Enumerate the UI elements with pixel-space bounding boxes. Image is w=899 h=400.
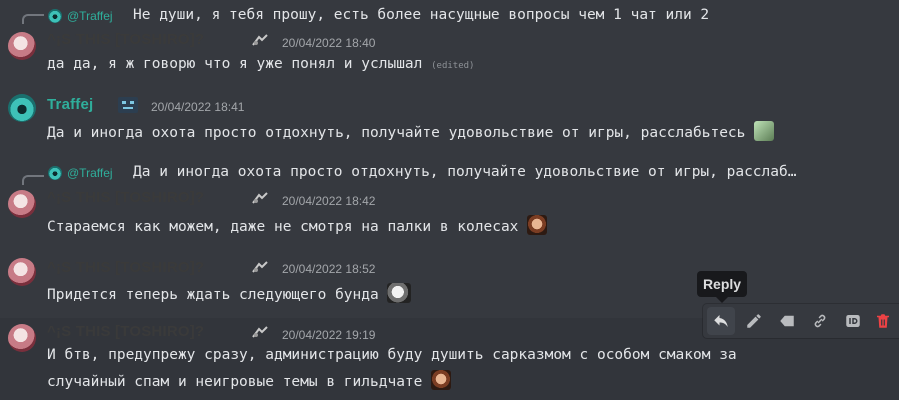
man-emoji-icon xyxy=(527,215,548,235)
role-badge-icon xyxy=(252,192,268,204)
author-name[interactable]: ^¡S THIS [TOSHIRO]? xyxy=(47,259,204,276)
delete-button[interactable] xyxy=(869,307,897,335)
message: Traffej 20/04/2022 18:41 Да и иногда охо… xyxy=(0,88,899,150)
avatar[interactable] xyxy=(8,258,36,286)
pencil-icon xyxy=(747,314,761,328)
reply-preview[interactable]: Да и иногда охота просто отдохнуть, полу… xyxy=(133,164,796,180)
message-text: И бтв, предупрежу сразу, администрацию б… xyxy=(47,347,737,363)
avatar[interactable] xyxy=(8,190,36,218)
avatar[interactable] xyxy=(8,32,36,60)
timestamp[interactable]: 20/04/2022 19:19 xyxy=(282,328,375,342)
tag-icon xyxy=(780,315,794,327)
role-badge-icon xyxy=(252,34,268,46)
dog-emoji-icon xyxy=(387,283,412,303)
message-content: да да, я ж говорю что я уже понял и услы… xyxy=(47,56,423,72)
author-name[interactable]: ^¡S THIS [TOSHIRO]? xyxy=(47,31,204,48)
timestamp[interactable]: 20/04/2022 18:52 xyxy=(282,262,375,276)
copy-link-button[interactable] xyxy=(806,307,834,335)
message-content: Да и иногда охота просто отдохнуть, полу… xyxy=(47,125,746,141)
message-text: случайный спам и неигровые темы в гильдч… xyxy=(47,370,452,390)
timestamp[interactable]: 20/04/2022 18:40 xyxy=(282,36,375,50)
reply-avatar[interactable] xyxy=(48,9,62,23)
reply-avatar[interactable] xyxy=(48,166,62,180)
timestamp[interactable]: 20/04/2022 18:42 xyxy=(282,194,375,208)
car-emoji-icon xyxy=(754,121,775,141)
id-icon xyxy=(846,315,860,327)
reply-tooltip: Reply xyxy=(697,271,747,303)
edit-button[interactable] xyxy=(740,307,768,335)
reply-connector xyxy=(22,175,44,185)
role-badge-icon xyxy=(252,261,268,273)
tag-button[interactable] xyxy=(773,307,801,335)
avatar[interactable] xyxy=(8,324,36,352)
role-badge-icon xyxy=(118,97,138,113)
message-text: да да, я ж говорю что я уже понял и услы… xyxy=(47,56,474,72)
link-icon xyxy=(814,314,826,328)
message-content: Придется теперь ждать следующего бунда xyxy=(47,287,379,303)
man-emoji-icon xyxy=(431,370,452,390)
reply-connector xyxy=(22,14,44,24)
reply-preview[interactable]: Не души, я тебя прошу, есть более насущн… xyxy=(133,7,709,23)
copy-id-button[interactable] xyxy=(839,307,867,335)
role-badge-icon xyxy=(252,326,268,338)
author-name[interactable]: ^¡S THIS [TOSHIRO]? xyxy=(47,323,204,340)
message-text: Стараемся как можем, даже не смотря на п… xyxy=(47,215,548,235)
reply-author[interactable]: @Traffej xyxy=(67,166,113,180)
reply-icon xyxy=(714,315,728,327)
trash-icon xyxy=(877,314,889,328)
message-content: случайный спам и неигровые темы в гильдч… xyxy=(47,374,423,390)
message-toolbar xyxy=(703,304,899,338)
avatar[interactable] xyxy=(8,94,36,122)
message-text: Да и иногда охота просто отдохнуть, полу… xyxy=(47,121,775,141)
reply-button[interactable] xyxy=(707,307,735,335)
timestamp[interactable]: 20/04/2022 18:41 xyxy=(151,100,244,114)
message: @Traffej Да и иногда охота просто отдохн… xyxy=(0,158,899,240)
message: ^¡S THIS [TOSHIRO]? 20/04/2022 18:52 При… xyxy=(0,250,899,312)
edited-label: (edited) xyxy=(431,61,475,71)
author-name[interactable]: ^¡S THIS [TOSHIRO]? xyxy=(47,189,204,206)
message-content: Стараемся как можем, даже не смотря на п… xyxy=(47,219,519,235)
author-name[interactable]: Traffej xyxy=(47,96,93,113)
message-text: Придется теперь ждать следующего бунда xyxy=(47,283,412,303)
message: @Traffej Не души, я тебя прошу, есть бол… xyxy=(0,0,899,80)
reply-author[interactable]: @Traffej xyxy=(67,9,113,23)
